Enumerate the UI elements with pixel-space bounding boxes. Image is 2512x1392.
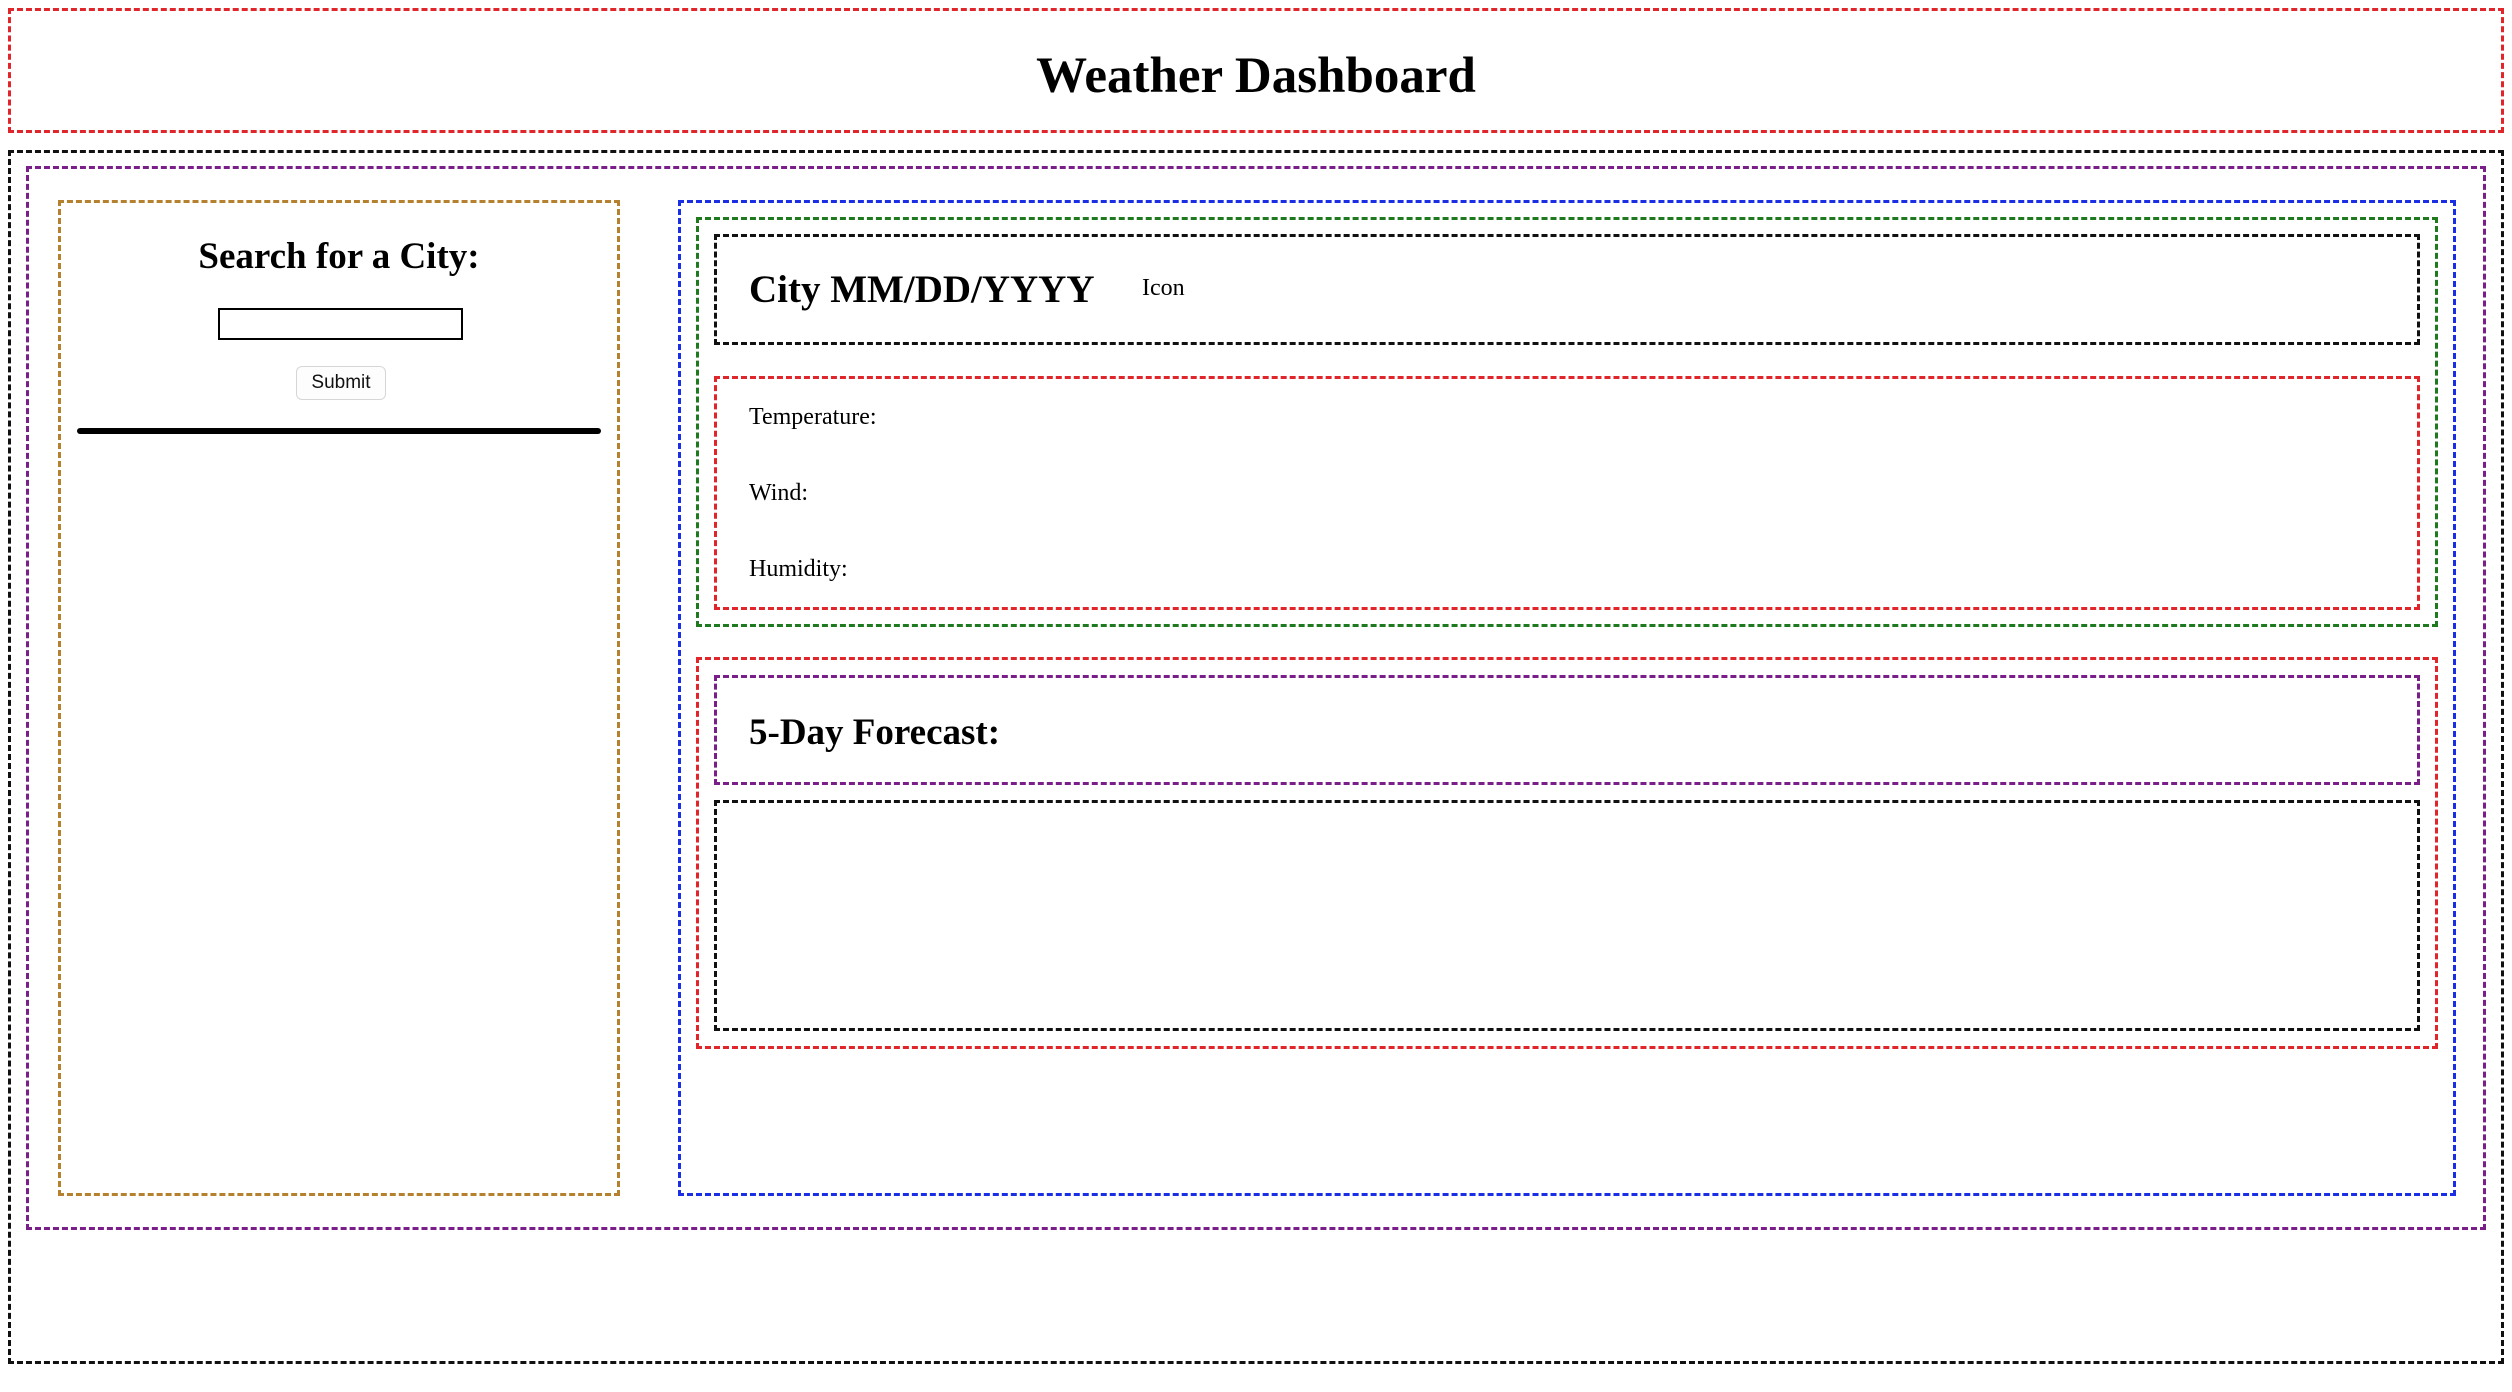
current-weather-header: City MM/DD/YYYY Icon [714,234,2420,345]
forecast-header: 5-Day Forecast: [714,675,2420,785]
city-date-heading: City MM/DD/YYYY [749,268,1095,311]
weather-icon: Icon [1142,275,1185,301]
page-header: Weather Dashboard [8,8,2504,133]
submit-button[interactable]: Submit [296,366,386,400]
search-heading: Search for a City: [198,236,480,277]
forecast-cards-container [714,800,2420,1031]
forecast-heading: 5-Day Forecast: [749,712,1001,753]
page-title: Weather Dashboard [1036,48,1476,104]
search-sidebar: Search for a City: Submit [58,200,620,1196]
city-search-input[interactable] [218,308,463,340]
current-weather-details: Temperature: Wind: Humidity: [714,376,2420,610]
wind-label: Wind: [749,480,809,506]
search-divider [77,428,601,434]
humidity-label: Humidity: [749,556,848,582]
temperature-label: Temperature: [749,404,877,430]
